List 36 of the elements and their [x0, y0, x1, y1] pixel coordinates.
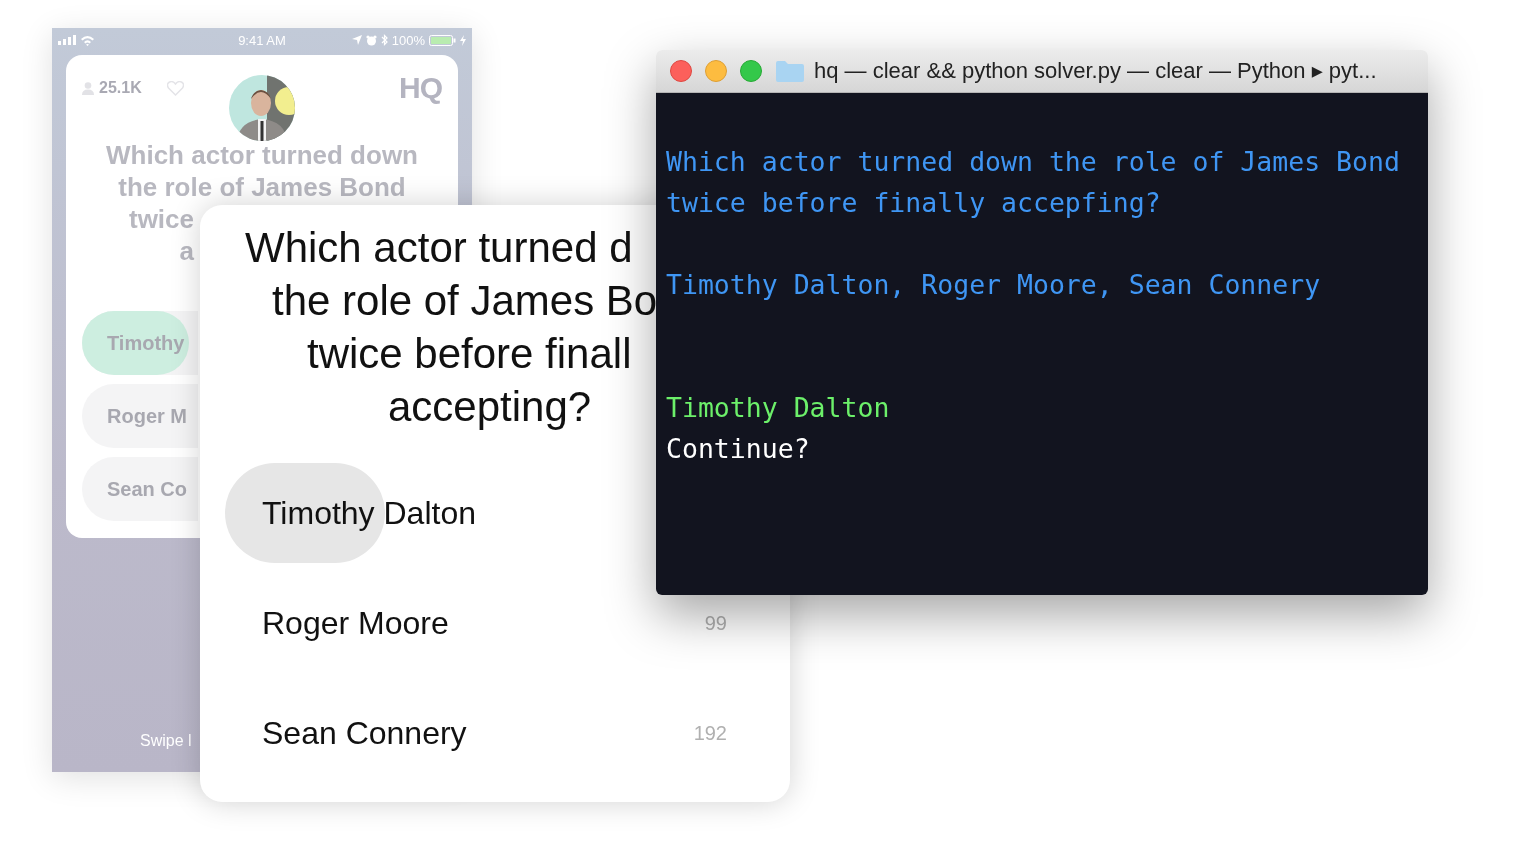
hq-logo: HQ: [398, 71, 442, 105]
question-text: accepting?: [388, 382, 592, 432]
folder-icon: [776, 60, 804, 82]
signal-icon: [58, 35, 76, 45]
question-text: twice before finall: [307, 329, 632, 379]
bluetooth-icon: [380, 34, 388, 46]
answer-count: 99: [704, 611, 727, 635]
answer-count: 192: [693, 721, 727, 745]
battery-percent: 100%: [391, 32, 425, 48]
person-icon: [82, 81, 94, 95]
terminal-output: Timothy Dalton, Roger Moore, Sean Connery: [666, 268, 1322, 302]
location-arrow-icon: [351, 35, 362, 45]
viewer-count: 25.1K: [99, 79, 142, 97]
window-title: hq — clear && python solver.py — clear — Python ▸ pyt...: [814, 58, 1377, 84]
terminal-output: Continue?: [666, 432, 811, 466]
answer-option[interactable]: Roger Moore: [262, 604, 449, 642]
minimize-button[interactable]: [705, 60, 727, 82]
close-button[interactable]: [670, 60, 692, 82]
answer-option[interactable]: Timothy Dalton: [262, 494, 476, 532]
wifi-icon: [80, 34, 95, 46]
question-text: Which actor turned d: [245, 223, 633, 273]
lightning-bolt-icon: [460, 34, 466, 46]
heart-icon: [166, 80, 184, 96]
question-text: twice: [127, 203, 194, 235]
question-text: a: [178, 235, 194, 267]
question-text: the role of James Bo: [272, 276, 658, 326]
terminal-output: Timothy Dalton: [666, 391, 891, 425]
answer-option[interactable]: Sean Connery: [262, 714, 467, 752]
alarm-clock-icon: [365, 34, 377, 46]
battery-icon: [429, 34, 456, 46]
question-text: Which actor turned down: [106, 139, 418, 171]
status-time: 9:41 AM: [238, 32, 286, 48]
terminal-output: Which actor turned down the role of James Bond twice before finally accepfing?: [666, 145, 1401, 220]
question-text: the role of James Bond: [118, 171, 406, 203]
swipe-hint: Swipe l: [140, 732, 192, 750]
zoom-button[interactable]: [740, 60, 762, 82]
